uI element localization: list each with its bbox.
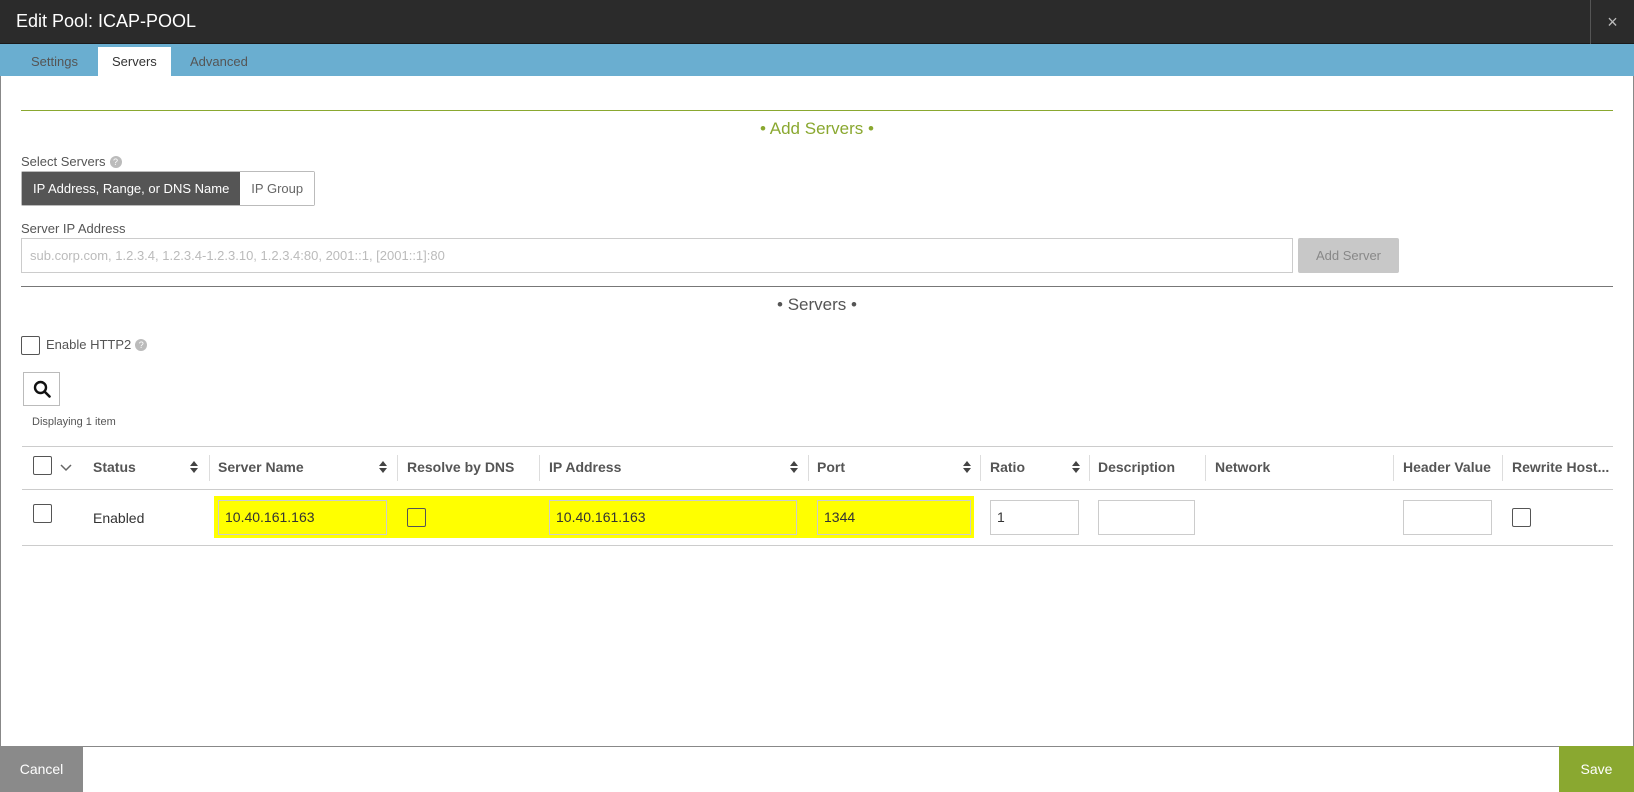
header-ratio[interactable]: Ratio <box>990 456 1050 478</box>
search-icon <box>33 380 51 398</box>
sort-icon[interactable] <box>1071 459 1081 475</box>
column-divider <box>1205 455 1206 481</box>
add-server-button[interactable]: Add Server <box>1298 238 1399 273</box>
header-network[interactable]: Network <box>1215 456 1315 478</box>
column-divider <box>539 455 540 481</box>
displaying-count: Displaying 1 item <box>32 416 116 428</box>
help-icon[interactable]: ? <box>135 339 148 351</box>
header-resolve-by-dns[interactable]: Resolve by DNS <box>407 456 532 478</box>
header-rewrite-host[interactable]: Rewrite Host... <box>1512 456 1610 478</box>
help-icon[interactable]: ? <box>109 156 122 168</box>
dialog-title: Edit Pool: ICAP-POOL <box>16 11 197 31</box>
sort-icon[interactable] <box>378 459 388 475</box>
enable-http2-checkbox[interactable] <box>21 336 40 355</box>
servers-heading: • Servers • <box>21 286 1613 322</box>
rewrite-host-checkbox[interactable] <box>1512 508 1531 527</box>
server-ip-label: Server IP Address <box>21 221 126 236</box>
header-description[interactable]: Description <box>1098 456 1198 478</box>
row-divider <box>22 489 1613 490</box>
tab-servers[interactable]: Servers <box>98 47 171 76</box>
dialog-title-bar: Edit Pool: ICAP-POOL × <box>0 0 1634 44</box>
header-port[interactable]: Port <box>817 456 917 478</box>
resolve-by-dns-checkbox[interactable] <box>407 508 426 527</box>
save-button[interactable]: Save <box>1559 746 1634 792</box>
add-servers-heading: • Add Servers • <box>21 110 1613 146</box>
sort-icon[interactable] <box>962 459 972 475</box>
column-divider <box>397 455 398 481</box>
option-ip-group[interactable]: IP Group <box>240 172 315 205</box>
server-name-input[interactable]: 10.40.161.163 <box>218 500 387 535</box>
close-icon[interactable]: × <box>1590 0 1634 44</box>
column-divider <box>1089 455 1090 481</box>
enable-http2-label: Enable HTTP2? <box>46 337 148 352</box>
column-divider <box>209 455 210 481</box>
port-input[interactable]: 1344 <box>817 500 971 535</box>
header-header-value[interactable]: Header Value <box>1403 456 1503 478</box>
sort-icon[interactable] <box>189 459 199 475</box>
header-value-input[interactable] <box>1403 500 1492 535</box>
header-status[interactable]: Status <box>93 456 183 478</box>
row-select-checkbox[interactable] <box>33 504 52 523</box>
tab-settings[interactable]: Settings <box>17 47 92 76</box>
cancel-button[interactable]: Cancel <box>0 746 83 792</box>
chevron-down-icon[interactable] <box>60 464 72 472</box>
footer-bar <box>83 746 1559 792</box>
header-server-name[interactable]: Server Name <box>218 456 368 478</box>
column-divider <box>808 455 809 481</box>
search-button[interactable] <box>23 372 60 406</box>
column-divider <box>1393 455 1394 481</box>
column-divider <box>1502 455 1503 481</box>
option-ip-address[interactable]: IP Address, Range, or DNS Name <box>22 172 241 205</box>
server-type-selector: IP Address, Range, or DNS Name IP Group <box>21 171 316 206</box>
tab-advanced[interactable]: Advanced <box>176 47 262 76</box>
select-all-checkbox[interactable] <box>33 456 52 475</box>
column-divider <box>980 455 981 481</box>
ip-address-input[interactable]: 10.40.161.163 <box>549 500 797 535</box>
tab-bar: Settings Servers Advanced <box>0 44 1634 76</box>
description-input[interactable] <box>1098 500 1195 535</box>
header-ip-address[interactable]: IP Address <box>549 456 749 478</box>
sort-icon[interactable] <box>789 459 799 475</box>
select-servers-label: Select Servers? <box>21 154 122 169</box>
row-status: Enabled <box>93 510 145 526</box>
server-ip-input[interactable] <box>21 238 1293 273</box>
ratio-input[interactable]: 1 <box>990 500 1079 535</box>
